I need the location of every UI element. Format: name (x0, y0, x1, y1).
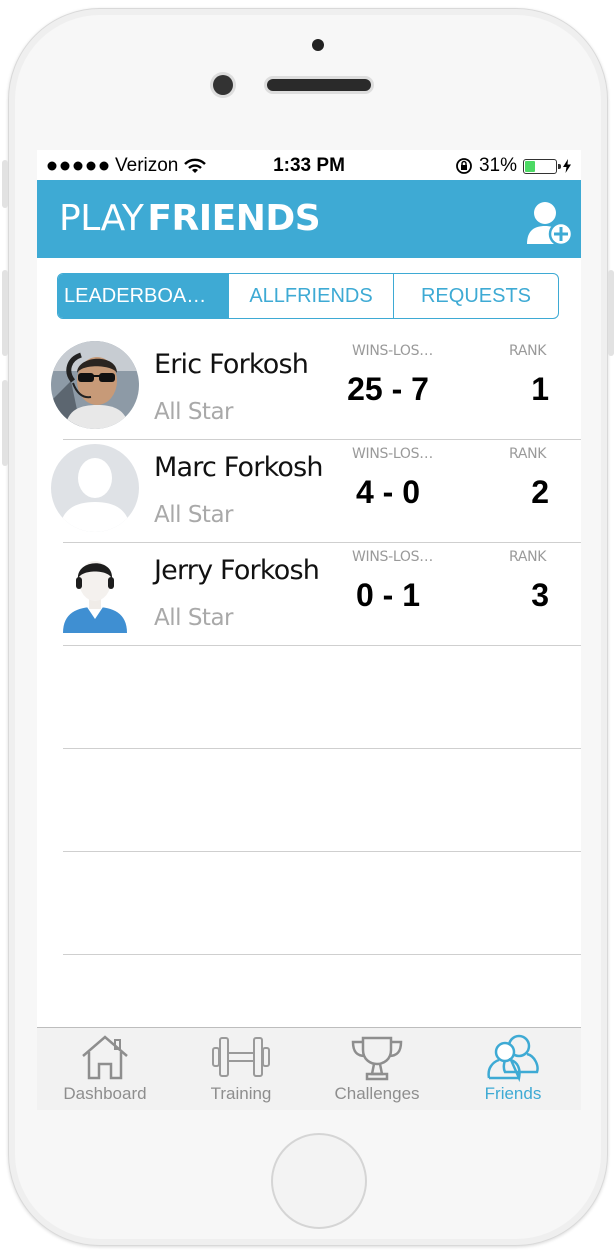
page-title-light: PLAY (59, 198, 144, 239)
screen: Verizon 1:33 PM 31% PLAY FRIENDS LEADERB… (37, 150, 581, 1110)
empty-row (37, 852, 581, 955)
friend-level: All Star (154, 399, 234, 425)
battery-icon (523, 158, 561, 174)
volume-up-button (2, 270, 8, 356)
friend-name: Eric Forkosh (154, 349, 309, 380)
add-friend-icon[interactable] (525, 200, 575, 248)
wins-losses-label: WINS-LOS… (352, 446, 433, 462)
empty-row (37, 749, 581, 852)
battery-percent: 31% (478, 155, 517, 176)
friend-level: All Star (154, 605, 234, 631)
tab-challenges[interactable]: Challenges (309, 1032, 445, 1104)
leaderboard-list: Eric Forkosh All Star WINS-LOS… RANK 25 … (37, 337, 581, 955)
wins-losses-value: 4 - 0 (355, 474, 421, 510)
wins-losses-value: 0 - 1 (355, 577, 421, 613)
rank-value: 3 (531, 577, 549, 613)
volume-down-button (2, 380, 8, 466)
segmented-control: LEADERBOA… ALLFRIENDS REQUESTS (57, 273, 559, 319)
tab-bar: Dashboard Training Challenges Friends (37, 1027, 581, 1110)
segment-leaderboard[interactable]: LEADERBOA… (58, 274, 228, 318)
friend-name: Jerry Forkosh (154, 555, 320, 586)
tab-training[interactable]: Training (173, 1032, 309, 1104)
wins-losses-value: 25 - 7 (347, 371, 429, 407)
avatar (51, 444, 139, 532)
status-bar: Verizon 1:33 PM 31% (37, 150, 581, 180)
row-divider (63, 954, 581, 955)
page-title: PLAY FRIENDS (59, 198, 321, 239)
leaderboard-row[interactable]: Eric Forkosh All Star WINS-LOS… RANK 25 … (37, 337, 581, 440)
cartoon-avatar-icon (63, 561, 127, 633)
rank-value: 1 (531, 371, 549, 407)
wins-losses-label: WINS-LOS… (352, 549, 433, 565)
avatar (51, 341, 139, 429)
tab-dashboard[interactable]: Dashboard (37, 1032, 173, 1104)
earpiece-speaker (267, 79, 371, 91)
tab-label: Friends (484, 1084, 542, 1103)
empty-row (37, 646, 581, 749)
avatar (51, 547, 139, 635)
mute-switch (2, 160, 8, 208)
rank-label: RANK (509, 446, 547, 462)
power-button (608, 270, 614, 356)
tab-label: Challenges (334, 1084, 420, 1103)
friend-name: Marc Forkosh (154, 452, 324, 483)
rotation-lock-icon (456, 158, 472, 174)
user-photo-icon (51, 341, 139, 429)
charging-bolt-icon (563, 159, 571, 173)
rank-label: RANK (509, 343, 547, 359)
page-title-bold: FRIENDS (147, 198, 321, 239)
wins-losses-label: WINS-LOS… (352, 343, 433, 359)
home-button[interactable] (271, 1133, 367, 1229)
tab-friends[interactable]: Friends (445, 1032, 581, 1104)
rank-value: 2 (531, 474, 549, 510)
leaderboard-row[interactable]: Marc Forkosh All Star WINS-LOS… RANK 4 -… (37, 440, 581, 543)
leaderboard-row[interactable]: Jerry Forkosh All Star WINS-LOS… RANK 0 … (37, 543, 581, 646)
friends-icon (487, 1034, 539, 1082)
rank-label: RANK (509, 549, 547, 565)
dumbbell-icon (212, 1037, 270, 1077)
trophy-icon (351, 1036, 403, 1081)
front-camera (213, 75, 233, 95)
front-sensor (312, 39, 324, 51)
house-icon (82, 1035, 128, 1080)
tab-label: Dashboard (63, 1084, 147, 1103)
friend-level: All Star (154, 502, 234, 528)
tab-label: Training (210, 1084, 272, 1103)
segment-requests[interactable]: REQUESTS (393, 274, 558, 318)
default-avatar-icon (51, 444, 139, 532)
app-header: PLAY FRIENDS (37, 180, 581, 258)
segment-all-friends[interactable]: ALLFRIENDS (228, 274, 393, 318)
